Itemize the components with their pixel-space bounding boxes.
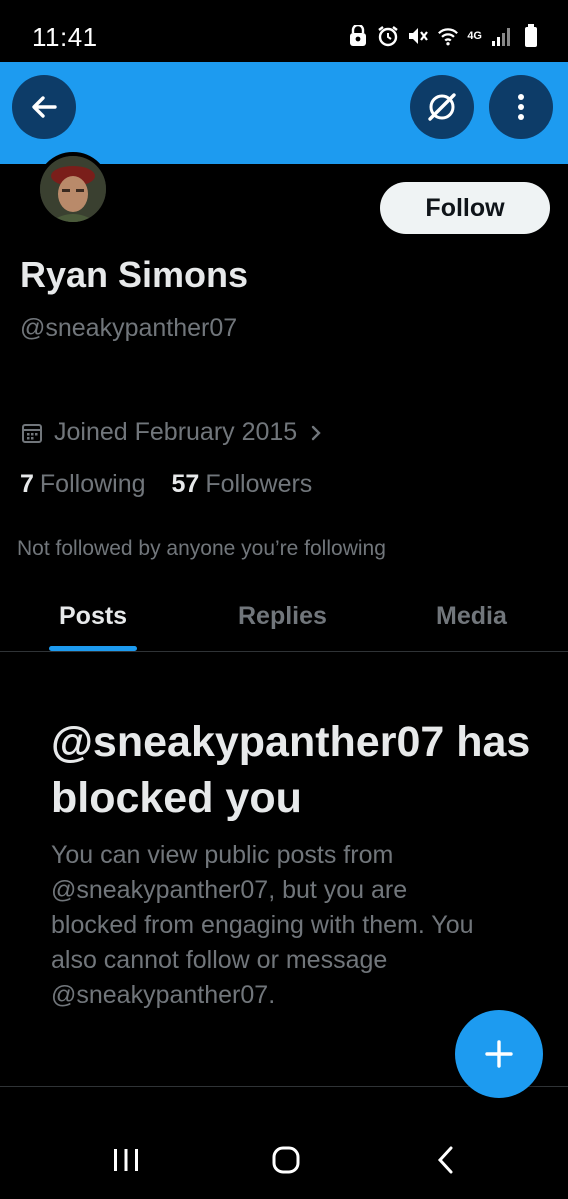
tab-posts[interactable]: Posts: [59, 602, 127, 631]
followers-count: 57: [171, 470, 200, 498]
display-name: Ryan Simons: [20, 254, 249, 295]
joined-date-row[interactable]: Joined February 2015: [20, 418, 325, 447]
more-vertical-icon: [518, 94, 524, 120]
grok-button[interactable]: [410, 75, 474, 139]
recents-icon: [114, 1149, 138, 1171]
following-count: 7: [20, 470, 34, 498]
mutuals-note: Not followed by anyone you’re following: [17, 537, 386, 560]
grok-icon: [428, 93, 456, 121]
profile-banner: [0, 62, 568, 164]
signal-icon: [490, 24, 512, 48]
arrow-left-icon: [32, 96, 57, 118]
follow-button[interactable]: Follow: [380, 182, 550, 234]
lock-icon: [347, 24, 369, 48]
tab-replies[interactable]: Replies: [238, 602, 327, 631]
status-bar: 11:41 4G: [0, 0, 568, 62]
battery-icon: [520, 24, 542, 48]
avatar[interactable]: [36, 152, 110, 226]
blocked-description: You can view public posts from @sneakypa…: [51, 841, 474, 1009]
active-tab-indicator: [49, 646, 137, 651]
calendar-icon: [22, 423, 42, 443]
status-icons: 4G: [347, 22, 542, 50]
followers-label: Followers: [205, 470, 313, 498]
followers-stat[interactable]: 57 Followers: [172, 470, 313, 499]
follow-stats: 7 Following 57 Followers: [20, 470, 312, 499]
home-button[interactable]: [256, 1140, 316, 1180]
profile-screen: 11:41 4G Follow Ryan Simons @sneakypanth…: [0, 0, 568, 1199]
plus-icon: [485, 1040, 513, 1068]
chevron-right-icon: [312, 425, 321, 440]
recents-button[interactable]: [96, 1140, 156, 1180]
wifi-icon: [437, 24, 459, 48]
mute-icon: [407, 24, 429, 48]
back-button[interactable]: [12, 75, 76, 139]
tab-media[interactable]: Media: [436, 602, 507, 631]
network-type: 4G: [467, 30, 482, 42]
more-options-button[interactable]: [489, 75, 553, 139]
blocked-title: @sneakypanther07 has blocked you: [51, 718, 531, 822]
alarm-icon: [377, 24, 399, 48]
system-back-button[interactable]: [416, 1140, 476, 1180]
compose-button[interactable]: [455, 1010, 543, 1098]
system-nav-bar: [0, 1120, 568, 1199]
back-chevron-icon: [437, 1146, 453, 1174]
joined-text: Joined February 2015: [54, 418, 298, 446]
following-stat[interactable]: 7 Following: [20, 470, 146, 499]
status-time: 11:41: [32, 22, 98, 52]
profile-tabs: Posts Replies Media: [0, 590, 568, 652]
following-label: Following: [39, 470, 146, 498]
profile-handle: @sneakypanther07: [20, 314, 238, 342]
home-icon: [272, 1146, 300, 1174]
